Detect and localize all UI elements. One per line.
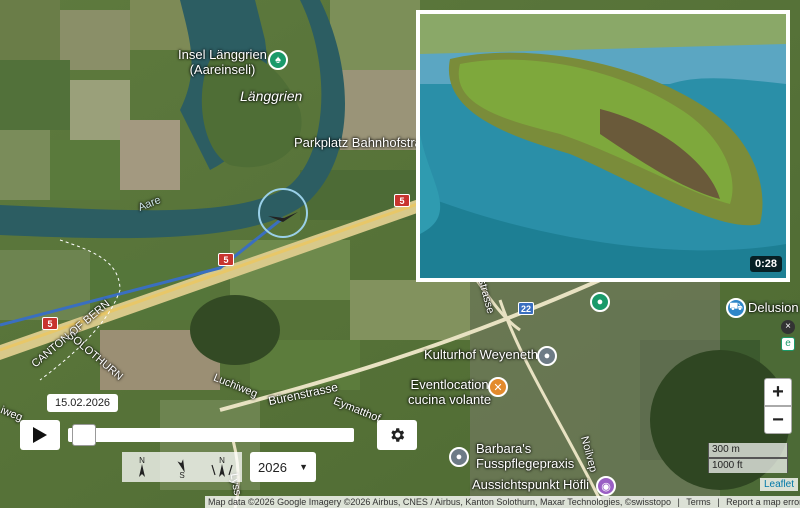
- scale-bar: 300 m 1000 ft: [708, 443, 788, 473]
- video-time: 0:28: [749, 256, 782, 272]
- play-button[interactable]: [20, 420, 60, 450]
- year-select[interactable]: 2026 ▼: [250, 452, 316, 482]
- compass-south-button[interactable]: S: [162, 452, 202, 482]
- scale-imperial: 1000 ft: [708, 458, 788, 473]
- scale-metric: 300 m: [708, 443, 788, 458]
- report-error-link[interactable]: Report a map error: [726, 497, 800, 507]
- tree-icon[interactable]: ♠: [268, 50, 288, 70]
- camera-icon[interactable]: ◉: [596, 476, 616, 496]
- svg-text:N: N: [139, 456, 145, 465]
- route-shield-5: 5: [394, 194, 410, 207]
- zoom-in-button[interactable]: +: [764, 378, 792, 406]
- close-icon[interactable]: ×: [781, 320, 795, 334]
- chevron-down-icon: ▼: [299, 462, 308, 472]
- route-shield-5: 5: [218, 253, 234, 266]
- video-preview[interactable]: 0:28: [416, 10, 790, 282]
- route-shield-5: 5: [42, 317, 58, 330]
- leaflet-link[interactable]: Leaflet: [760, 478, 799, 491]
- layer-toggle-icon[interactable]: e: [781, 337, 795, 351]
- restaurant-icon[interactable]: ✕: [488, 377, 508, 397]
- compass-north-icon: N: [139, 456, 145, 477]
- aerial-video-frame: [420, 14, 786, 278]
- poi-label-eventlocation: Eventlocation cucina volante: [408, 377, 492, 407]
- poi-label-aussichtspunkt: Aussichtspunkt Höfli: [472, 477, 590, 492]
- compass-view-button[interactable]: N: [202, 452, 242, 482]
- svg-text:S: S: [179, 471, 184, 479]
- compass-north-button[interactable]: N: [122, 452, 162, 482]
- date-label: 15.02.2026: [47, 394, 119, 412]
- pin-icon[interactable]: ●: [537, 346, 557, 366]
- timeline-handle[interactable]: [72, 424, 96, 446]
- map-attribution: Map data ©2026 Google Imagery ©2026 Airb…: [205, 496, 800, 508]
- place-label-parkplatz: Parkplatz Bahnhofstra: [294, 135, 422, 150]
- year-value: 2026: [258, 459, 287, 475]
- play-icon: [33, 427, 47, 443]
- park-icon[interactable]: ●: [590, 292, 610, 312]
- poi-label-insel: Insel Länggrien (Aareinseli): [178, 47, 267, 77]
- timeline-slider[interactable]: [68, 428, 354, 442]
- svg-text:N: N: [219, 456, 225, 465]
- zoom-out-button[interactable]: −: [764, 406, 792, 434]
- poi-label-barbaras: Barbara's Fusspflegepraxis: [476, 441, 575, 471]
- poi-label-delusion: Delusion: [748, 300, 799, 315]
- route-shield-22: 22: [518, 302, 534, 315]
- poi-label-kulturhof: Kulturhof Weyeneth: [424, 347, 538, 362]
- attribution-text: Map data ©2026 Google Imagery ©2026 Airb…: [208, 497, 671, 507]
- gear-icon: [391, 428, 405, 442]
- pin-icon[interactable]: ●: [449, 447, 469, 467]
- settings-button[interactable]: [377, 420, 417, 450]
- shopping-cart-icon[interactable]: ⛟: [726, 298, 746, 318]
- compass-rotate-icon: N: [211, 456, 233, 477]
- place-label-langgrien: Länggrien: [240, 88, 303, 104]
- terms-link[interactable]: Terms: [686, 497, 711, 507]
- compass-south-icon: S: [177, 459, 185, 479]
